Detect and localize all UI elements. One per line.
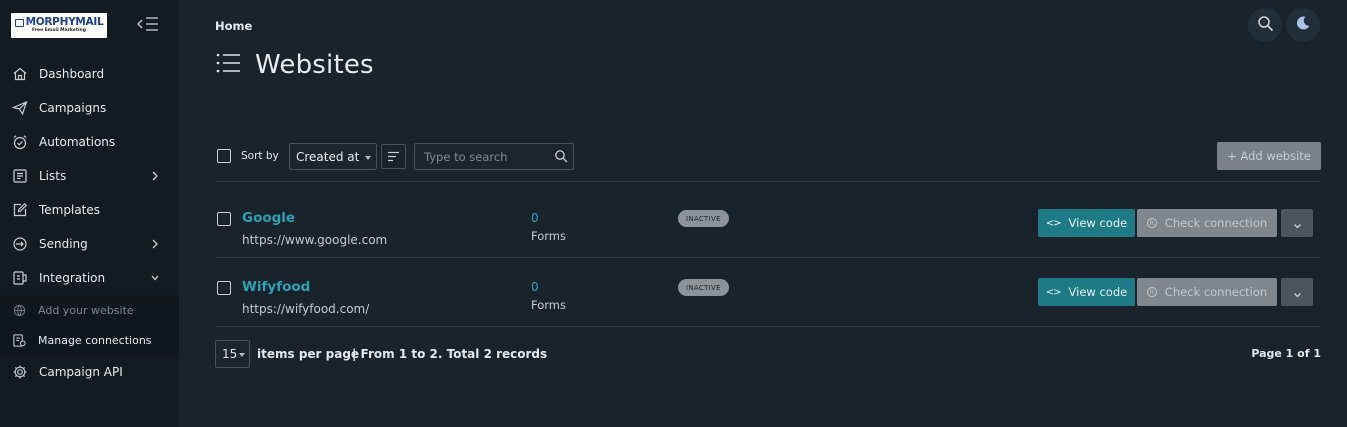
send-icon <box>12 100 28 116</box>
chevron-right-icon <box>150 170 160 182</box>
sidebar-item-label: Automations <box>39 135 116 149</box>
sidebar-item-templates[interactable]: Templates <box>0 193 179 227</box>
website-url: https://wifyfood.com/ <box>242 302 370 316</box>
page-title: Websites <box>215 48 374 82</box>
sidebar-subitem-add-website[interactable]: Add your website <box>0 295 179 325</box>
sidebar-item-label: Templates <box>39 203 101 217</box>
sidebar-subitem-label: Add your website <box>38 303 134 317</box>
forms-label: Forms <box>531 298 566 312</box>
chevron-down-icon <box>150 272 160 284</box>
view-code-button[interactable]: <> View code <box>1038 278 1135 306</box>
per-page-select[interactable]: 15 <box>215 340 250 368</box>
sidebar-item-sending[interactable]: Sending <box>0 227 179 261</box>
website-url: https://www.google.com <box>242 233 388 247</box>
row-actions-dropdown[interactable] <box>1281 209 1313 237</box>
view-code-label: View code <box>1068 285 1128 299</box>
chevron-right-icon <box>150 238 160 250</box>
breadcrumb[interactable]: Home <box>215 19 252 33</box>
theme-toggle-button[interactable] <box>1286 8 1320 42</box>
brand-logo[interactable]: MORPHYMAIL Free Email Marketing <box>11 13 107 38</box>
sort-label: Sort by <box>241 150 279 162</box>
table-row: Google https://www.google.com 0 Forms IN… <box>215 189 1321 257</box>
list-icon <box>12 168 28 184</box>
search-button[interactable] <box>1248 8 1282 42</box>
registered-icon: R <box>1146 287 1157 297</box>
forms-count[interactable]: 0 <box>531 211 539 225</box>
check-connection-label: Check connection <box>1164 216 1268 230</box>
sidebar-item-dashboard[interactable]: Dashboard <box>0 57 179 91</box>
chevron-down-icon <box>1293 214 1302 233</box>
sidebar-item-lists[interactable]: Lists <box>0 159 179 193</box>
moon-icon <box>1295 15 1311 35</box>
table-row: Wifyfood https://wifyfood.com/ 0 Forms I… <box>215 258 1321 326</box>
per-page-label: items per page <box>257 347 360 361</box>
caret-down-icon <box>365 156 371 160</box>
sidebar-item-label: Lists <box>39 169 67 183</box>
caret-down-icon <box>239 353 245 357</box>
collapse-sidebar-icon[interactable] <box>136 14 160 34</box>
sort-icon <box>387 147 400 166</box>
status-badge: INACTIVE <box>678 279 729 296</box>
sort-select[interactable]: Created at <box>289 143 377 170</box>
divider <box>215 326 1321 327</box>
per-page-value: 15 <box>222 347 238 361</box>
registered-icon: R <box>1146 218 1157 228</box>
search-icon <box>1257 15 1274 36</box>
website-name-link[interactable]: Wifyfood <box>242 279 310 295</box>
sidebar-item-label: Sending <box>39 237 88 251</box>
pagination: 15 items per page | From 1 to 2. Total 2… <box>215 340 1321 368</box>
website-name-link[interactable]: Google <box>242 210 295 226</box>
row-checkbox[interactable] <box>217 212 231 226</box>
sidebar-item-label: Dashboard <box>39 67 105 81</box>
search-icon[interactable] <box>554 149 569 164</box>
select-all-checkbox[interactable] <box>217 149 231 163</box>
check-connection-button[interactable]: R Check connection <box>1137 209 1277 237</box>
page-info: Page 1 of 1 <box>1251 347 1321 360</box>
sidebar-item-campaigns[interactable]: Campaigns <box>0 91 179 125</box>
view-code-label: View code <box>1068 216 1128 230</box>
sending-icon <box>12 236 28 252</box>
forms-count[interactable]: 0 <box>531 280 539 294</box>
brand-name: MORPHYMAIL <box>25 16 104 28</box>
home-icon <box>12 66 28 82</box>
list-icon <box>215 52 241 78</box>
sidebar-nav: Dashboard Campaigns Automations Lists Te… <box>0 57 179 389</box>
row-checkbox[interactable] <box>217 281 231 295</box>
toolbar: Sort by Created at + Add website <box>215 142 1321 170</box>
forms-label: Forms <box>531 229 566 243</box>
alarm-icon <box>12 134 28 150</box>
check-connection-label: Check connection <box>1164 285 1268 299</box>
sidebar-subitem-manage-connections[interactable]: Manage connections <box>0 325 179 355</box>
sort-select-value: Created at <box>296 150 360 164</box>
page-title-text: Websites <box>255 50 374 80</box>
logo-mark-icon <box>14 18 24 27</box>
sidebar-item-campaign-api[interactable]: Campaign API <box>0 355 179 389</box>
code-icon: <> <box>1045 286 1062 298</box>
connections-icon <box>12 333 27 348</box>
search-field <box>414 143 574 170</box>
divider <box>215 181 1321 182</box>
sidebar-subitem-label: Manage connections <box>38 333 152 347</box>
sort-direction-button[interactable] <box>381 144 406 169</box>
add-website-button[interactable]: + Add website <box>1217 142 1321 170</box>
search-input[interactable] <box>415 144 545 169</box>
records-range: | From 1 to 2. Total 2 records <box>352 347 548 361</box>
chevron-down-icon <box>1293 283 1302 302</box>
gear-icon <box>12 364 28 380</box>
sidebar-item-label: Campaigns <box>39 101 107 115</box>
brand-tagline: Free Email Marketing <box>32 28 86 33</box>
sidebar-item-label: Campaign API <box>39 365 123 379</box>
view-code-button[interactable]: <> View code <box>1038 209 1135 237</box>
code-icon: <> <box>1045 217 1062 229</box>
status-badge: INACTIVE <box>678 210 729 227</box>
globe-icon <box>12 303 27 318</box>
sidebar-item-automations[interactable]: Automations <box>0 125 179 159</box>
check-connection-button[interactable]: R Check connection <box>1137 278 1277 306</box>
sidebar-item-label: Integration <box>39 271 106 285</box>
integration-icon <box>12 270 28 286</box>
row-actions-dropdown[interactable] <box>1281 278 1313 306</box>
sidebar: MORPHYMAIL Free Email Marketing Dashboar… <box>0 0 179 427</box>
sidebar-item-integration[interactable]: Integration <box>0 261 179 295</box>
edit-icon <box>12 202 28 218</box>
